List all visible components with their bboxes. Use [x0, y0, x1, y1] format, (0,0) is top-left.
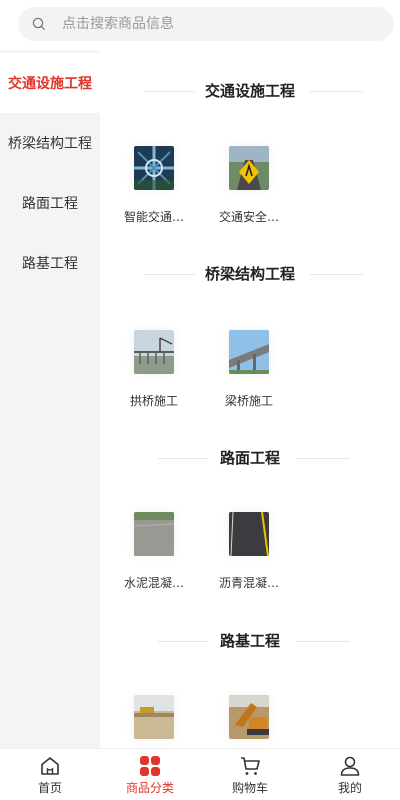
tab-mine[interactable]: 我的 [300, 749, 400, 800]
product-list: 交通设施工程 智能交通… 交通安全… 桥梁结构工程 拱桥施工 梁桥施工 路面工程… [100, 50, 400, 750]
search-placeholder: 点击搜索商品信息 [62, 16, 174, 32]
tab-label: 我的 [337, 781, 362, 795]
product-image [229, 330, 269, 374]
sidebar-item-bridge-structure[interactable]: 桥梁结构工程 [0, 113, 100, 173]
section-title: 桥梁结构工程 [100, 262, 400, 286]
product-card[interactable] [204, 695, 294, 750]
product-card[interactable]: 拱桥施工 [109, 330, 199, 409]
product-name: 交通安全… [218, 210, 279, 224]
sidebar-item-pavement[interactable]: 路面工程 [0, 173, 100, 233]
product-card[interactable]: 沥青混凝… [204, 512, 294, 591]
product-image [229, 146, 269, 190]
product-card[interactable]: 梁桥施工 [204, 330, 294, 409]
product-image [134, 146, 174, 190]
category-sidebar: 交通设施工程 桥梁结构工程 路面工程 路基工程 [0, 50, 100, 750]
product-card[interactable]: 智能交通… [109, 146, 199, 225]
product-image [229, 695, 269, 739]
product-card[interactable]: 交通安全… [204, 146, 294, 225]
product-card[interactable]: 水泥混凝… [109, 512, 199, 591]
tab-label: 购物车 [231, 781, 268, 795]
product-image [134, 512, 174, 556]
product-name: 梁桥施工 [224, 394, 273, 408]
user-icon [340, 756, 360, 776]
sidebar-item-subgrade[interactable]: 路基工程 [0, 233, 100, 293]
product-name: 智能交通… [123, 210, 184, 224]
search-input[interactable]: 点击搜索商品信息 [18, 7, 394, 41]
product-name: 水泥混凝… [123, 576, 184, 590]
category-icon [140, 756, 160, 776]
cart-icon [241, 757, 260, 775]
home-icon [41, 757, 59, 775]
tab-cart[interactable]: 购物车 [200, 749, 300, 800]
section-title: 交通设施工程 [100, 79, 400, 103]
product-card[interactable] [109, 695, 199, 750]
search-icon [32, 17, 45, 30]
product-name: 拱桥施工 [129, 394, 178, 408]
search-bar: 点击搜索商品信息 [0, 0, 400, 50]
tab-label: 首页 [37, 781, 62, 795]
product-image [134, 330, 174, 374]
tab-home[interactable]: 首页 [0, 749, 100, 800]
bottom-tab-bar: 首页 商品分类 购物车 我的 [0, 748, 400, 800]
product-name: 沥青混凝… [218, 576, 279, 590]
section-title: 路面工程 [100, 446, 400, 470]
sidebar-item-traffic-facilities[interactable]: 交通设施工程 [0, 53, 100, 113]
product-image [229, 512, 269, 556]
section-title: 路基工程 [100, 629, 400, 653]
tab-category[interactable]: 商品分类 [100, 749, 200, 800]
tab-label: 商品分类 [125, 781, 174, 795]
product-image [134, 695, 174, 739]
